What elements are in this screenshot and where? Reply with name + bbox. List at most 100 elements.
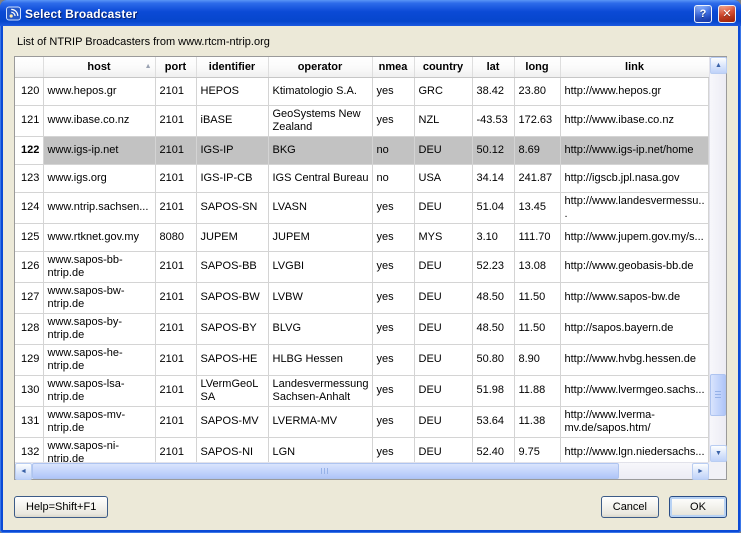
cell-port[interactable]: 2101 [155, 375, 196, 406]
cell-host[interactable]: www.igs.org [43, 164, 155, 192]
cell-nmea[interactable]: yes [372, 375, 414, 406]
cell-long[interactable]: 11.50 [514, 313, 560, 344]
cell-lat[interactable]: 34.14 [472, 164, 514, 192]
cell-host[interactable]: www.sapos-bw-ntrip.de [43, 282, 155, 313]
cell-host[interactable]: www.ntrip.sachsen... [43, 192, 155, 223]
row-number[interactable]: 120 [15, 77, 43, 105]
column-header-host[interactable]: host▲ [43, 57, 155, 77]
cell-long[interactable]: 241.87 [514, 164, 560, 192]
cell-lat[interactable]: 52.40 [472, 437, 514, 462]
cell-country[interactable]: NZL [414, 105, 472, 136]
cell-port[interactable]: 2101 [155, 105, 196, 136]
row-number[interactable]: 131 [15, 406, 43, 437]
cell-operator[interactable]: Ktimatologio S.A. [268, 77, 372, 105]
cell-port[interactable]: 2101 [155, 437, 196, 462]
cell-operator[interactable]: BKG [268, 136, 372, 164]
cell-long[interactable]: 11.50 [514, 282, 560, 313]
row-number[interactable]: 122 [15, 136, 43, 164]
cell-country[interactable]: USA [414, 164, 472, 192]
cell-link[interactable]: http://www.hepos.gr [560, 77, 709, 105]
vertical-scroll-thumb[interactable] [710, 374, 726, 416]
titlebar-close-button[interactable]: ✕ [718, 5, 736, 23]
cell-long[interactable]: 172.63 [514, 105, 560, 136]
cell-identifier[interactable]: SAPOS-MV [196, 406, 268, 437]
cell-lat[interactable]: 50.80 [472, 344, 514, 375]
cell-host[interactable]: www.sapos-lsa-ntrip.de [43, 375, 155, 406]
cell-lat[interactable]: 50.12 [472, 136, 514, 164]
cell-nmea[interactable]: yes [372, 105, 414, 136]
cell-host[interactable]: www.igs-ip.net [43, 136, 155, 164]
cell-nmea[interactable]: yes [372, 77, 414, 105]
cell-lat[interactable]: 51.04 [472, 192, 514, 223]
row-number[interactable]: 125 [15, 223, 43, 251]
broadcaster-row[interactable]: 132www.sapos-ni-ntrip.de2101SAPOS-NILGNy… [15, 437, 709, 462]
broadcaster-row[interactable]: 125www.rtknet.gov.my8080JUPEMJUPEMyesMYS… [15, 223, 709, 251]
broadcaster-row[interactable]: 124www.ntrip.sachsen...2101SAPOS-SNLVASN… [15, 192, 709, 223]
cell-identifier[interactable]: SAPOS-BW [196, 282, 268, 313]
cell-operator[interactable]: GeoSystems New Zealand [268, 105, 372, 136]
cell-identifier[interactable]: iBASE [196, 105, 268, 136]
row-number[interactable]: 123 [15, 164, 43, 192]
ok-button[interactable]: OK [669, 496, 727, 518]
row-number[interactable]: 128 [15, 313, 43, 344]
broadcaster-row[interactable]: 121www.ibase.co.nz2101iBASEGeoSystems Ne… [15, 105, 709, 136]
cell-port[interactable]: 8080 [155, 223, 196, 251]
cell-country[interactable]: DEU [414, 344, 472, 375]
cancel-button[interactable]: Cancel [601, 496, 659, 518]
cell-lat[interactable]: 48.50 [472, 313, 514, 344]
cell-operator[interactable]: LGN [268, 437, 372, 462]
titlebar-help-button[interactable]: ? [694, 5, 712, 23]
cell-link[interactable]: http://www.landesvermessu... [560, 192, 709, 223]
cell-link[interactable]: http://www.hvbg.hessen.de [560, 344, 709, 375]
cell-operator[interactable]: LVASN [268, 192, 372, 223]
cell-long[interactable]: 8.69 [514, 136, 560, 164]
cell-port[interactable]: 2101 [155, 136, 196, 164]
cell-nmea[interactable]: yes [372, 313, 414, 344]
scroll-up-button[interactable]: ▲ [710, 57, 727, 74]
row-number[interactable]: 129 [15, 344, 43, 375]
cell-nmea[interactable]: no [372, 164, 414, 192]
cell-link[interactable]: http://sapos.bayern.de [560, 313, 709, 344]
cell-country[interactable]: MYS [414, 223, 472, 251]
horizontal-scroll-thumb[interactable] [32, 463, 619, 479]
cell-port[interactable]: 2101 [155, 344, 196, 375]
cell-lat[interactable]: -43.53 [472, 105, 514, 136]
horizontal-scrollbar[interactable]: ◄ ► [15, 462, 709, 479]
cell-link[interactable]: http://www.geobasis-bb.de [560, 251, 709, 282]
cell-operator[interactable]: LVGBI [268, 251, 372, 282]
cell-lat[interactable]: 53.64 [472, 406, 514, 437]
broadcaster-row[interactable]: 127www.sapos-bw-ntrip.de2101SAPOS-BWLVBW… [15, 282, 709, 313]
scroll-down-button[interactable]: ▼ [710, 445, 727, 462]
cell-operator[interactable]: IGS Central Bureau [268, 164, 372, 192]
cell-operator[interactable]: Landesvermessung Sachsen-Anhalt [268, 375, 372, 406]
titlebar[interactable]: Select Broadcaster ? ✕ [0, 0, 741, 26]
cell-country[interactable]: DEU [414, 375, 472, 406]
cell-long[interactable]: 8.90 [514, 344, 560, 375]
cell-country[interactable]: DEU [414, 192, 472, 223]
cell-long[interactable]: 11.38 [514, 406, 560, 437]
cell-link[interactable]: http://www.jupem.gov.my/s... [560, 223, 709, 251]
cell-port[interactable]: 2101 [155, 192, 196, 223]
column-header-long[interactable]: long [514, 57, 560, 77]
broadcaster-row[interactable]: 126www.sapos-bb-ntrip.de2101SAPOS-BBLVGB… [15, 251, 709, 282]
cell-country[interactable]: DEU [414, 437, 472, 462]
vertical-scroll-track[interactable] [710, 74, 726, 445]
cell-port[interactable]: 2101 [155, 406, 196, 437]
cell-identifier[interactable]: SAPOS-HE [196, 344, 268, 375]
column-header-lat[interactable]: lat [472, 57, 514, 77]
column-header-port[interactable]: port [155, 57, 196, 77]
cell-identifier[interactable]: LVermGeoLSA [196, 375, 268, 406]
column-header-link[interactable]: link [560, 57, 709, 77]
row-number[interactable]: 132 [15, 437, 43, 462]
cell-long[interactable]: 9.75 [514, 437, 560, 462]
cell-host[interactable]: www.sapos-he-ntrip.de [43, 344, 155, 375]
cell-lat[interactable]: 48.50 [472, 282, 514, 313]
cell-nmea[interactable]: no [372, 136, 414, 164]
cell-nmea[interactable]: yes [372, 251, 414, 282]
cell-host[interactable]: www.sapos-ni-ntrip.de [43, 437, 155, 462]
cell-nmea[interactable]: yes [372, 223, 414, 251]
vertical-scrollbar[interactable]: ▲ ▼ [709, 57, 726, 462]
cell-country[interactable]: GRC [414, 77, 472, 105]
cell-port[interactable]: 2101 [155, 313, 196, 344]
cell-identifier[interactable]: JUPEM [196, 223, 268, 251]
